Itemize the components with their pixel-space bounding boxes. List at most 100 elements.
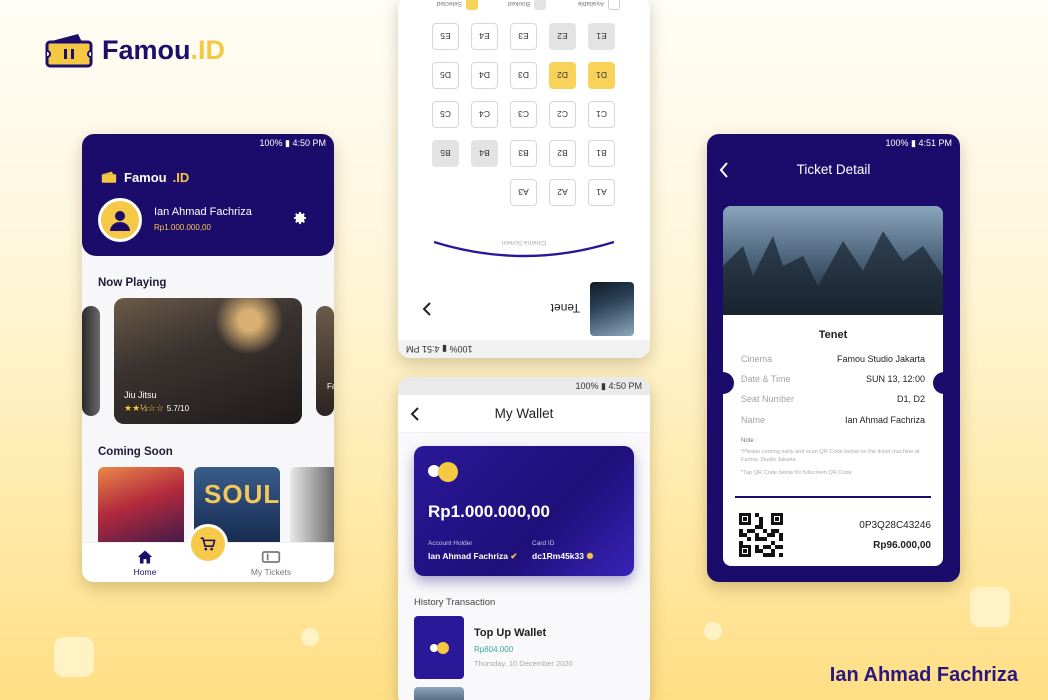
- user-name: Ian Ahmad Fachriza: [154, 206, 252, 218]
- rating-stars: ★★½☆☆: [124, 403, 164, 413]
- seat-d1[interactable]: D1: [588, 62, 615, 89]
- coming-soon-title: Coming Soon: [98, 446, 173, 458]
- status-bar: 100% ▮ 4:51 PM: [707, 134, 960, 152]
- transaction-icon-next: [414, 687, 464, 700]
- seat-c5[interactable]: C5: [432, 101, 459, 128]
- city-silhouette: [723, 231, 943, 315]
- decorative-square: [54, 637, 94, 677]
- movie-title: Tenet: [550, 301, 580, 315]
- seat-e2[interactable]: E2: [549, 23, 576, 50]
- note-text-1: *Please coming early and scan QR Code be…: [741, 449, 920, 463]
- status-bar: 100% ▮ 4:51 PM: [398, 340, 650, 358]
- legend-booked: Booked: [508, 0, 546, 10]
- seat-b2[interactable]: B2: [549, 140, 576, 167]
- wallet-card[interactable]: Rp1.000.000,00 Account Holder Ian Ahmad …: [414, 446, 634, 576]
- qr-code[interactable]: [739, 513, 783, 557]
- seat-row: Seat Number D1, D2: [741, 394, 925, 404]
- brand-logo: Famou.ID: [44, 30, 225, 70]
- card-id-label: Card ID: [532, 540, 555, 547]
- movie-poster-prev[interactable]: [82, 306, 100, 416]
- date-row: Date & Time SUN 13, 12:00: [741, 374, 925, 384]
- seat-a2[interactable]: A2: [549, 179, 576, 206]
- page-title: My Wallet: [494, 406, 554, 421]
- seat-c4[interactable]: C4: [471, 101, 498, 128]
- wallet-screen: 100% ▮ 4:50 PM My Wallet Rp1.000.000,00 …: [398, 377, 650, 700]
- holder-label: Account Holder: [428, 540, 473, 547]
- seat-d5[interactable]: D5: [432, 62, 459, 89]
- home-header: 100% ▮ 4:50 PM Famou .ID Ian Ahmad Fachri…: [82, 134, 334, 256]
- legend-selected: Selected: [437, 0, 478, 10]
- ticket-code: 0P3Q28C43246: [859, 520, 931, 531]
- status-text: 100% ▮ 4:50 PM: [259, 137, 327, 148]
- ticket-notch-right: [933, 372, 955, 394]
- movie-title-partial: Fa: [327, 382, 334, 391]
- coming-soon-poster-1[interactable]: [98, 467, 184, 547]
- seat-b3[interactable]: B3: [510, 140, 537, 167]
- card-id-value: dc1Rm45k33 ✺: [532, 551, 594, 561]
- ticket-logo-icon: [45, 34, 93, 68]
- seat-d4[interactable]: D4: [471, 62, 498, 89]
- home-logo: Famou .ID: [100, 170, 189, 185]
- status-text: 100% ▮ 4:50 PM: [575, 380, 643, 391]
- seat-b1[interactable]: B1: [588, 140, 615, 167]
- cinema-row: Cinema Famou Studio Jakarta: [741, 354, 925, 364]
- status-text: 100% ▮ 4:51 PM: [406, 344, 473, 355]
- user-icon: [110, 211, 130, 231]
- cart-icon: [200, 537, 216, 551]
- ticket-notch-left: [712, 372, 734, 394]
- seat-d3[interactable]: D3: [510, 62, 537, 89]
- movie-rating: ★★½☆☆ 5.7/10: [124, 403, 190, 413]
- status-bar: 100% ▮ 4:50 PM: [82, 134, 334, 152]
- author-name: Ian Ahmad Fachriza: [829, 664, 1018, 686]
- ticket-price: Rp96.000,00: [873, 540, 931, 551]
- wallet-header: My Wallet: [398, 395, 650, 433]
- page-title: Ticket Detail: [796, 162, 871, 177]
- transaction-title: Top Up Wallet: [474, 627, 547, 639]
- seat-d2[interactable]: D2: [549, 62, 576, 89]
- ticket-detail-screen: 100% ▮ 4:51 PM Ticket Detail Tenet Cinem…: [707, 134, 960, 582]
- coming-soon-poster-3[interactable]: [290, 467, 334, 547]
- legend-available: Available: [578, 0, 620, 10]
- seat-b5[interactable]: B5: [432, 140, 459, 167]
- seat-selection-screen: 100% ▮ 4:51 PM Tenet Cinema Screen A1 A2…: [398, 0, 650, 358]
- seat-a3[interactable]: A3: [510, 179, 537, 206]
- movie-poster-jiu-jitsu[interactable]: Jiu Jitsu ★★½☆☆ 5.7/10: [114, 298, 302, 424]
- decorative-dot: [301, 628, 319, 646]
- now-playing-title: Now Playing: [98, 277, 167, 289]
- home-screen: 100% ▮ 4:50 PM Famou .ID Ian Ahmad Fachri…: [82, 134, 334, 582]
- note-title: Note :: [741, 438, 758, 444]
- nav-my-tickets[interactable]: My Tickets: [248, 549, 294, 577]
- chevron-right-icon[interactable]: [422, 302, 432, 316]
- seat-b4[interactable]: B4: [471, 140, 498, 167]
- transaction-amount: Rp804.000: [474, 645, 514, 654]
- movie-poster: [723, 206, 943, 315]
- status-bar: 100% ▮ 4:50 PM: [398, 377, 650, 395]
- cart-button[interactable]: [188, 524, 228, 564]
- ticket-icon: [261, 551, 281, 563]
- movie-title: Jiu Jitsu: [124, 390, 157, 400]
- wallet-balance: Rp1.000.000,00: [428, 502, 550, 521]
- status-text: 100% ▮ 4:51 PM: [885, 137, 953, 148]
- ticket-card: Tenet Cinema Famou Studio Jakarta Date & …: [723, 206, 943, 566]
- seat-c1[interactable]: C1: [588, 101, 615, 128]
- screen-label: Cinema Screen: [501, 239, 547, 246]
- home-icon: [137, 550, 153, 564]
- avatar[interactable]: [98, 198, 142, 242]
- seat-a1[interactable]: A1: [588, 179, 615, 206]
- seat-c2[interactable]: C2: [549, 101, 576, 128]
- seat-e5[interactable]: E5: [432, 23, 459, 50]
- nav-home[interactable]: Home: [130, 549, 160, 577]
- name-row: Name Ian Ahmad Fachriza: [741, 415, 925, 425]
- ticket-logo-icon: [101, 171, 117, 183]
- seat-c3[interactable]: C3: [510, 101, 537, 128]
- holder-value: Ian Ahmad Fachriza ✔: [428, 551, 518, 561]
- movie-poster-next[interactable]: Fa: [316, 306, 334, 416]
- brand-name: Famou.ID: [102, 34, 226, 65]
- seat-e3[interactable]: E3: [510, 23, 537, 50]
- wallet-card-logo: [428, 462, 458, 482]
- gear-icon[interactable]: [292, 210, 308, 226]
- movie-thumbnail: [590, 282, 634, 336]
- seat-e4[interactable]: E4: [471, 23, 498, 50]
- seat-e1[interactable]: E1: [588, 23, 615, 50]
- divider: [735, 496, 931, 498]
